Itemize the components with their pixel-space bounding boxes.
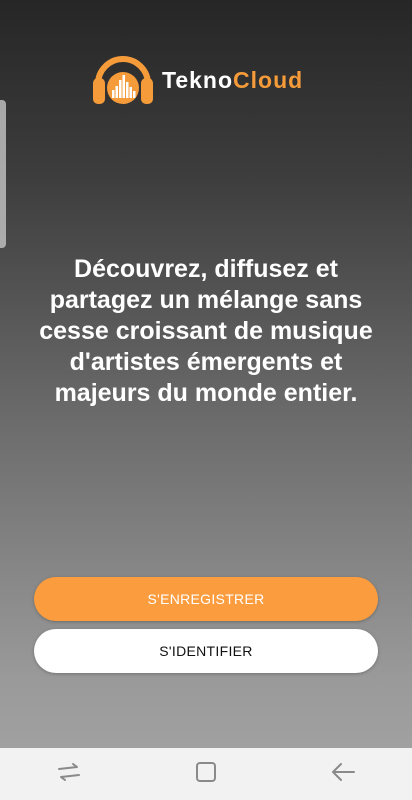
brand-name-part1: Tekno (162, 66, 234, 93)
recent-apps-button[interactable] (39, 748, 99, 800)
app-logo: TeknoCloud (90, 48, 303, 112)
back-icon (330, 760, 356, 789)
register-button[interactable]: S'ENREGISTRER (34, 577, 378, 621)
brand-name-part2: Cloud (233, 66, 304, 93)
edge-panel-handle[interactable] (0, 100, 6, 248)
back-button[interactable] (313, 748, 373, 800)
login-button[interactable]: S'IDENTIFIER (34, 629, 378, 673)
welcome-screen: TeknoCloud Découvrez, diffusez et partag… (0, 0, 412, 800)
tagline: Découvrez, diffusez et partagez un mélan… (39, 255, 373, 407)
home-icon (194, 760, 218, 789)
brand-name: TeknoCloud (162, 67, 303, 94)
system-navigation-bar (0, 748, 412, 800)
home-button[interactable] (176, 748, 236, 800)
headphones-logo-icon (90, 48, 156, 112)
recent-apps-icon (56, 761, 82, 788)
